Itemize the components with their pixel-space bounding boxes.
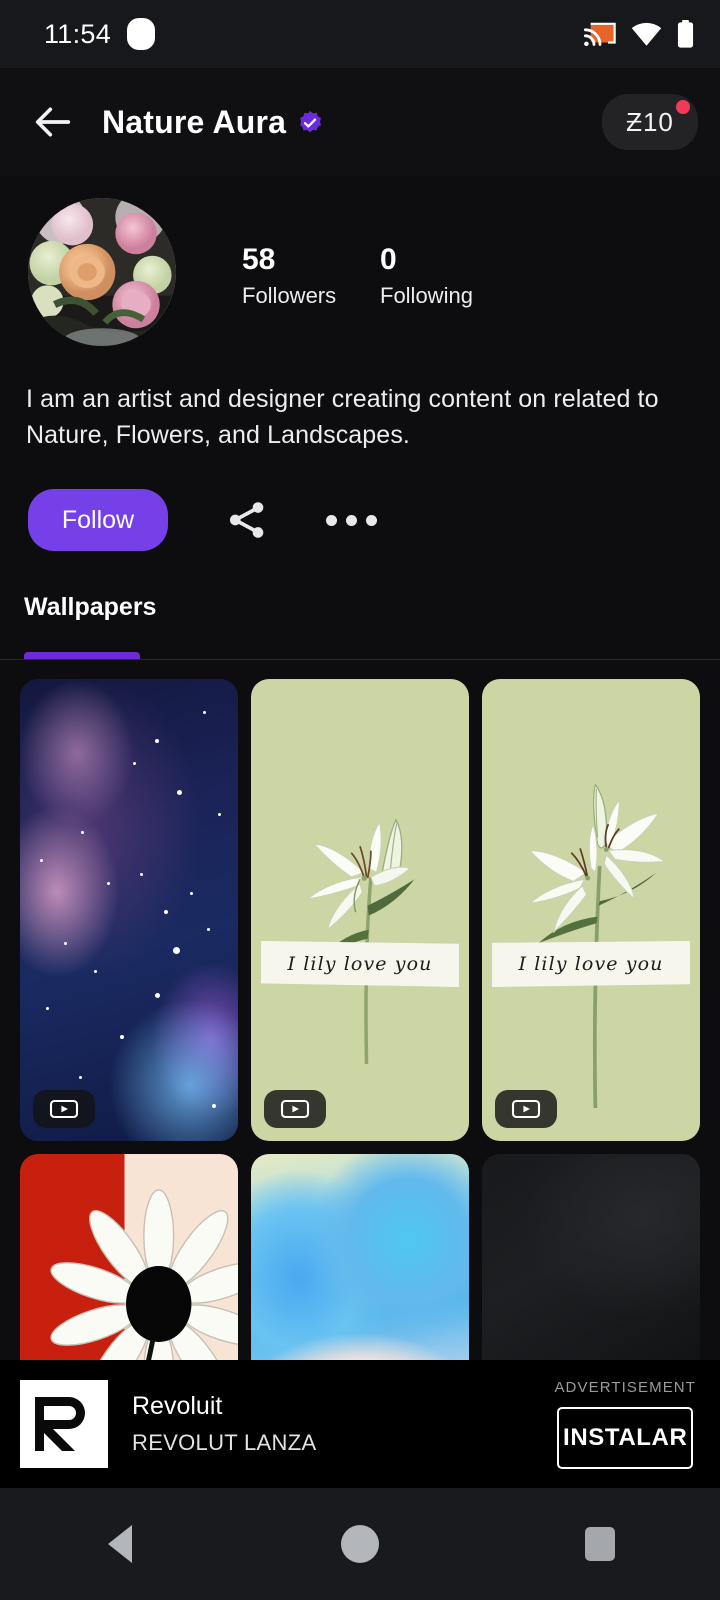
arrow-left-icon [35, 107, 71, 137]
ad-subtitle: REVOLUT LANZA [132, 1430, 317, 1455]
profile-stats: 58 Followers 0 Following [242, 235, 518, 310]
stat-following-value: 0 [380, 242, 397, 276]
profile-header: 58 Followers 0 Following [0, 176, 720, 346]
tab-active-indicator [24, 652, 140, 659]
video-play-icon [511, 1099, 541, 1119]
nav-back-icon [108, 1525, 132, 1563]
video-play-icon [49, 1099, 79, 1119]
system-nav-bar [0, 1488, 720, 1600]
lily-single-art [251, 679, 469, 1141]
ad-label: ADVERTISEMENT [554, 1379, 696, 1396]
more-dot-2 [345, 514, 357, 526]
nav-recents-button[interactable] [552, 1496, 648, 1592]
wallpaper-card-abstract[interactable] [251, 1154, 469, 1394]
lily-double-art [482, 679, 700, 1141]
status-bar-right [584, 20, 694, 48]
cast-icon [584, 22, 616, 46]
ad-title: Revoluit [132, 1392, 223, 1420]
status-clock: 11:54 [44, 18, 112, 49]
lily-double-ribbon: I lily love you [492, 941, 690, 987]
video-play-icon [280, 1099, 310, 1119]
token-balance-label: Ƶ10 [626, 106, 674, 137]
more-dot-3 [365, 514, 377, 526]
video-badge [264, 1090, 326, 1128]
daisy-illustration [50, 1189, 238, 1394]
abstract-art [251, 1154, 469, 1394]
stat-following[interactable]: 0 Following [380, 241, 518, 310]
wifi-icon [631, 22, 662, 46]
lily-single-ribbon-text: I lily love you [287, 953, 433, 975]
daisy-art [20, 1154, 238, 1394]
camera-cutout-icon [127, 18, 156, 50]
video-badge [33, 1090, 95, 1128]
lily-single-ribbon: I lily love you [261, 941, 459, 987]
status-bar-left: 11:54 [44, 18, 156, 50]
stat-following-label: Following [380, 283, 473, 309]
ad-logo [20, 1380, 108, 1468]
page-title: Nature Aura [102, 103, 287, 140]
more-options-button[interactable] [320, 489, 382, 551]
nav-home-icon [341, 1525, 379, 1563]
dark-art [482, 1154, 700, 1394]
lily-double-ribbon-text: I lily love you [518, 953, 664, 975]
wallpaper-card-daisy[interactable] [20, 1154, 238, 1394]
back-button[interactable] [30, 99, 76, 145]
video-badge [495, 1090, 557, 1128]
ad-banner[interactable]: Revoluit REVOLUT LANZA ADVERTISEMENT INS… [0, 1360, 720, 1488]
share-icon [229, 502, 264, 538]
wallpaper-card-dark[interactable] [482, 1154, 700, 1394]
wallpaper-grid: I lily love you I lily love you [0, 660, 720, 1394]
stars-layer [20, 679, 238, 1141]
app-bar: Nature Aura Ƶ10 [0, 68, 720, 176]
share-button[interactable] [216, 489, 278, 551]
avatar[interactable] [28, 198, 176, 346]
stat-followers[interactable]: 58 Followers [242, 241, 380, 310]
lily-double-illustration [528, 783, 667, 1109]
wallpaper-card-lily-double[interactable]: I lily love you [482, 679, 700, 1141]
token-balance-chip[interactable]: Ƶ10 [602, 94, 698, 150]
ad-text-block: Revoluit REVOLUT LANZA [132, 1392, 316, 1456]
nav-back-button[interactable] [72, 1496, 168, 1592]
avatar-image [28, 198, 176, 346]
follow-button[interactable]: Follow [28, 489, 168, 551]
more-dot-1 [325, 514, 337, 526]
status-bar: 11:54 [0, 0, 720, 68]
nav-home-button[interactable] [312, 1496, 408, 1592]
wallpaper-card-lily-single[interactable]: I lily love you [251, 679, 469, 1141]
tab-bar: Wallpapers [0, 593, 720, 659]
nav-recents-icon [585, 1527, 615, 1561]
profile-bio: I am an artist and designer creating con… [26, 385, 659, 449]
tab-wallpapers[interactable]: Wallpapers [0, 593, 720, 622]
install-button[interactable]: INSTALAR [557, 1407, 694, 1469]
ad-cta-block: ADVERTISEMENT INSTALAR [554, 1379, 696, 1469]
stat-followers-label: Followers [242, 283, 337, 309]
lily-single-illustration [305, 818, 415, 1065]
ad-logo-icon [35, 1397, 85, 1451]
galaxy-art [20, 679, 238, 1141]
stat-followers-value: 58 [242, 242, 276, 276]
token-notification-dot [676, 100, 690, 114]
profile-actions: Follow [0, 453, 720, 551]
wallpaper-card-galaxy[interactable] [20, 679, 238, 1141]
phone-screen: 11:54 Nature Aura Ƶ10 58 Followers 0 Fol… [0, 0, 720, 1600]
battery-icon [677, 20, 694, 48]
verified-badge-icon [297, 110, 323, 136]
